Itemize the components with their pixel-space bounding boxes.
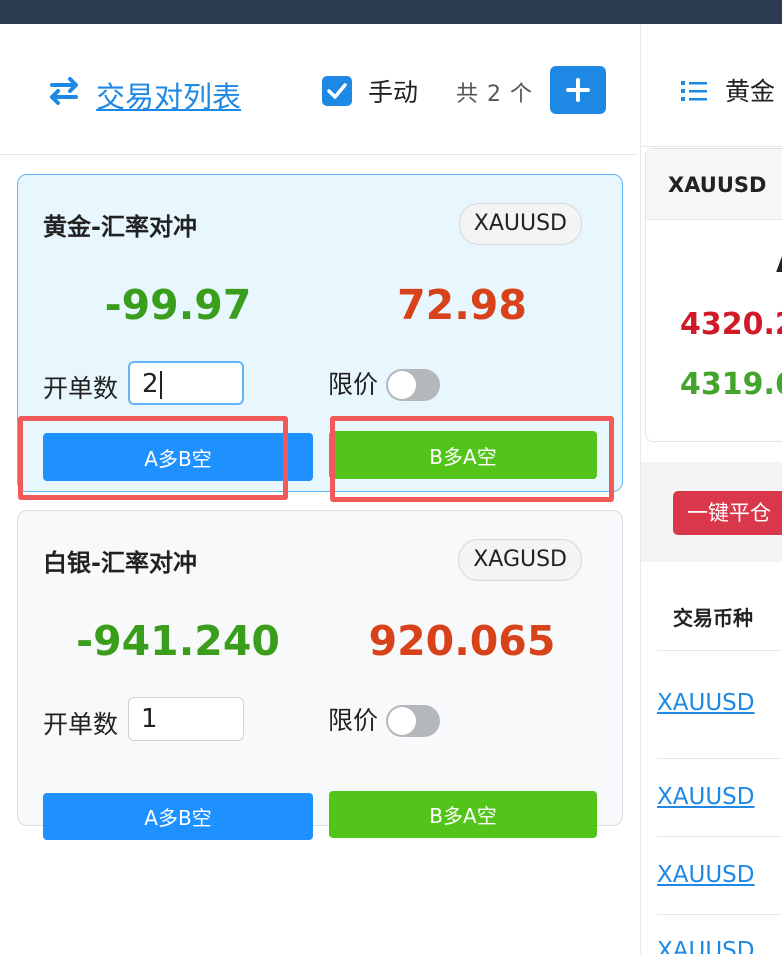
row-symbol-link[interactable]: XAUUSD: [657, 938, 754, 954]
limit-price-label: 限价: [328, 370, 379, 399]
spread-value-a: -941.240: [76, 617, 280, 665]
pair-list-header: 交易对列表 手动 共 2 个: [0, 24, 638, 155]
spread-value-b: 72.98: [397, 281, 527, 329]
check-icon: [327, 83, 347, 99]
quote-side-label: A: [776, 245, 782, 280]
long-b-short-a-button[interactable]: B多A空: [329, 431, 597, 479]
pair-name: 白银-汇率对冲: [43, 549, 197, 577]
spread-value-a: -99.97: [104, 281, 252, 329]
long-b-short-a-button[interactable]: B多A空: [329, 791, 597, 838]
pair-name: 黄金-汇率对冲: [43, 213, 197, 241]
manual-label: 手动: [368, 78, 419, 107]
row-symbol-link[interactable]: XAUUSD: [657, 862, 754, 888]
pair-count: 共 2 个: [456, 82, 533, 107]
text-caret: [159, 370, 162, 399]
list-icon: [681, 81, 707, 101]
quantity-value: 2: [142, 369, 159, 399]
quote-price-bid: 4319.6: [680, 367, 782, 402]
limit-price-switch[interactable]: [386, 369, 440, 401]
switch-knob: [388, 371, 416, 399]
quantity-label: 开单数: [43, 710, 119, 739]
pair-list-panel: 交易对列表 手动 共 2 个 黄金-汇率对冲 XAUUSD -99.97 72.…: [0, 24, 638, 954]
row-symbol-link[interactable]: XAUUSD: [657, 784, 754, 810]
pair-list-title[interactable]: 交易对列表: [96, 74, 241, 116]
plus-icon: [566, 78, 590, 102]
switch-knob: [388, 707, 416, 735]
manual-checkbox[interactable]: [322, 76, 352, 106]
quote-card: XAUUSD A 4320.2 4319.6: [645, 148, 782, 442]
column-symbol: 交易币种: [673, 606, 753, 630]
long-a-short-b-button[interactable]: A多B空: [43, 793, 313, 840]
spread-value-b: 920.065: [368, 617, 556, 665]
pair-card-silver[interactable]: 白银-汇率对冲 XAGUSD -941.240 920.065 开单数 1 限价…: [17, 510, 623, 840]
quantity-label: 开单数: [43, 374, 119, 403]
row-symbol-link[interactable]: XAUUSD: [657, 690, 754, 716]
pair-symbol-badge: XAUUSD: [458, 203, 582, 245]
pair-card-gold[interactable]: 黄金-汇率对冲 XAUUSD -99.97 72.98 开单数 2 限价 A多B…: [17, 174, 623, 492]
long-a-short-b-button[interactable]: A多B空: [43, 433, 313, 481]
limit-price-switch[interactable]: [386, 705, 440, 737]
pair-symbol-badge: XAGUSD: [458, 539, 582, 581]
quantity-input[interactable]: 2: [128, 361, 244, 405]
detail-panel: 黄金 XAUUSD A 4320.2 4319.6 一键平仓 交易币种 XAUU…: [640, 24, 782, 954]
swap-arrows-icon[interactable]: [46, 76, 82, 106]
positions-table-header: 交易币种: [657, 584, 782, 651]
action-bar: 一键平仓: [641, 462, 782, 562]
quantity-input[interactable]: 1: [128, 697, 244, 741]
close-all-button[interactable]: 一键平仓: [673, 491, 782, 535]
divider: [641, 146, 782, 147]
limit-price-label: 限价: [328, 706, 379, 735]
quantity-value: 1: [141, 704, 158, 734]
quote-card-header: XAUUSD: [646, 149, 782, 220]
quote-price-ask: 4320.2: [680, 307, 782, 342]
detail-title: 黄金: [725, 77, 776, 106]
add-pair-button[interactable]: [550, 66, 606, 114]
top-bar: [0, 0, 782, 24]
quote-symbol: XAUUSD: [668, 173, 767, 197]
manual-toggle[interactable]: 手动: [322, 76, 419, 107]
